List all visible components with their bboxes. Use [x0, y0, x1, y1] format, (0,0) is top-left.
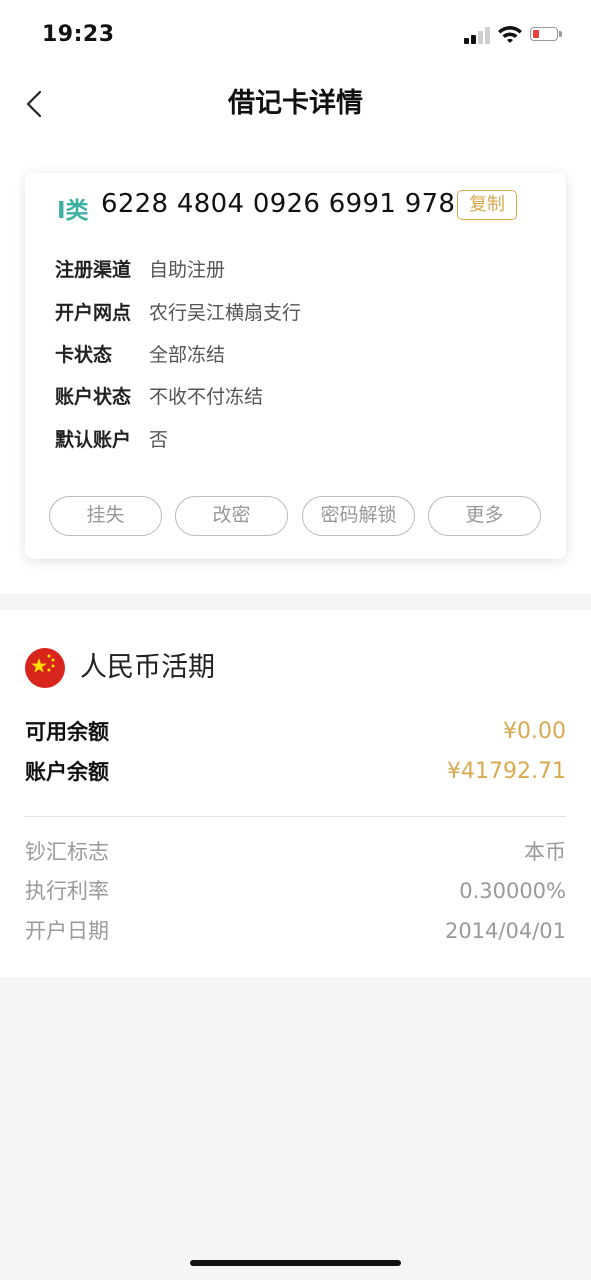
info-label: 注册渠道: [55, 259, 132, 281]
info-value: 否: [149, 429, 169, 451]
info-label: 默认账户: [55, 429, 132, 451]
info-value: 全部冻结: [149, 344, 226, 366]
detail-row-currency-flag: 钞汇标志 本币: [25, 837, 566, 867]
balance-value: ¥41792.71: [447, 759, 566, 784]
change-password-button[interactable]: 改密: [175, 496, 288, 536]
copy-button[interactable]: 复制: [457, 190, 517, 220]
status-bar: 19:23: [0, 0, 591, 70]
info-label: 开户网点: [55, 302, 132, 324]
detail-row-interest-rate: 执行利率 0.30000%: [25, 876, 566, 906]
detail-label: 钞汇标志: [25, 840, 109, 864]
battery-icon: [530, 27, 562, 43]
status-time: 19:23: [42, 22, 115, 47]
info-row-default-account: 默认账户否: [55, 427, 168, 453]
back-button[interactable]: [18, 84, 54, 124]
detail-label: 开户日期: [25, 919, 109, 943]
account-section: 人民币活期 可用余额 ¥0.00 账户余额 ¥41792.71 钞汇标志 本币 …: [0, 610, 591, 977]
info-value: 农行吴江横扇支行: [149, 302, 302, 324]
china-flag-icon: [25, 648, 65, 688]
info-value: 自助注册: [149, 259, 226, 281]
page-title: 借记卡详情: [228, 88, 363, 119]
home-indicator[interactable]: [190, 1260, 401, 1266]
detail-value: 2014/04/01: [444, 919, 566, 943]
cellular-signal-icon: [464, 26, 492, 44]
account-title: 人民币活期: [80, 652, 215, 683]
balance-label: 账户余额: [25, 760, 109, 784]
info-row-branch: 开户网点 农行吴江横扇支行: [55, 300, 301, 326]
card-type-label: I类: [57, 198, 89, 224]
chevron-left-icon: [26, 90, 42, 118]
balance-row-total: 账户余额 ¥41792.71: [25, 757, 566, 787]
balance-value: ¥0.00: [503, 719, 566, 744]
info-row-channel: 注册渠道 自助注册: [55, 257, 225, 283]
more-button[interactable]: 更多: [428, 496, 541, 536]
detail-row-open-date: 开户日期 2014/04/01: [25, 916, 566, 946]
balance-row-available: 可用余额 ¥0.00: [25, 717, 566, 747]
info-label: 账户状态: [55, 386, 132, 408]
detail-value: 0.30000%: [459, 879, 566, 903]
divider: [25, 816, 566, 817]
balance-label: 可用余额: [25, 720, 109, 744]
detail-value: 本币: [524, 840, 566, 864]
info-label: 卡状态: [55, 344, 113, 366]
card-detail-panel: I类 6228 4804 0926 6991 978 复制 注册渠道 自助注册 开…: [25, 173, 566, 559]
unlock-password-button[interactable]: 密码解锁: [302, 496, 415, 536]
info-row-card-status: 卡状态 全部冻结: [55, 342, 225, 368]
detail-label: 执行利率: [25, 879, 109, 903]
wifi-icon: [498, 26, 522, 43]
card-number: 6228 4804 0926 6991 978: [101, 189, 456, 219]
report-loss-button[interactable]: 挂失: [49, 496, 162, 536]
info-value: 不收不付冻结: [149, 386, 264, 408]
info-row-account-status: 账户状态 不收不付冻结: [55, 384, 263, 410]
